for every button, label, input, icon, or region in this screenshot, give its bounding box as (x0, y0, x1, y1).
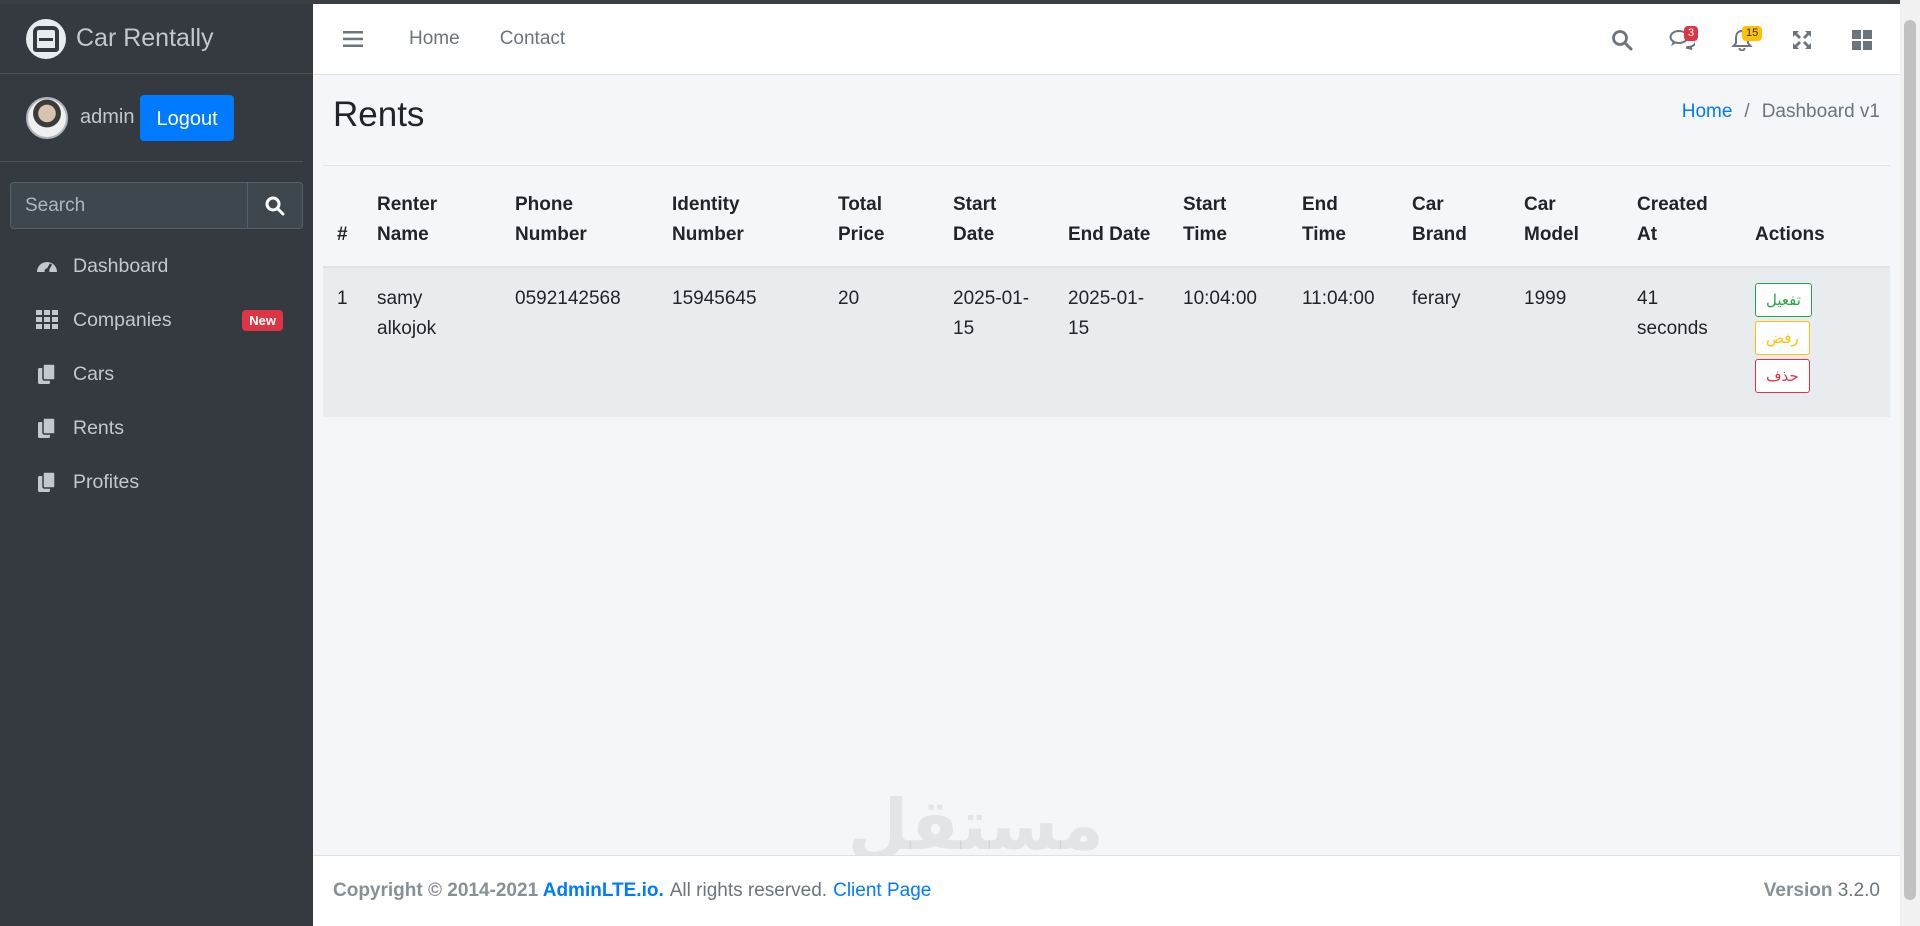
sidebar-item-label: Companies (73, 308, 172, 331)
column-header: End Time (1288, 176, 1398, 268)
cell-total-price: 20 (824, 267, 939, 417)
version-info: Version 3.2.0 (1763, 880, 1880, 901)
breadcrumb-current: Dashboard v1 (1761, 101, 1880, 122)
cell-created-at: 41 seconds (1623, 267, 1741, 417)
th-large-icon (1852, 29, 1872, 50)
control-sidebar-button[interactable] (1832, 4, 1892, 75)
notifications-button[interactable]: 15 (1712, 4, 1772, 75)
cell-end-date: 2025-01- 15 (1054, 267, 1169, 417)
sidebar-item-label: Cars (73, 362, 115, 385)
column-header: Car Brand (1398, 176, 1510, 268)
sidebar-item-companies[interactable]: Companies New (10, 293, 303, 347)
search-button[interactable] (247, 182, 303, 229)
sidebar-search (10, 182, 303, 229)
brand-name: Car Rentally (76, 24, 214, 52)
column-header: # (323, 176, 363, 268)
scrollbar-thumb[interactable] (1904, 20, 1916, 900)
column-header: Created At (1623, 176, 1741, 268)
copy-icon (35, 416, 59, 440)
logout-button[interactable]: Logout (140, 94, 234, 141)
divider (323, 165, 1890, 166)
copy-icon (35, 362, 59, 386)
footer: Copyright © 2014-2021 AdminLTE.io. All r… (313, 855, 1900, 926)
sidebar-item-dashboard[interactable]: Dashboard (10, 239, 303, 293)
cell-car-model: 1999 (1510, 267, 1623, 417)
sidebar-item-cars[interactable]: Cars (10, 347, 303, 401)
copy-icon (35, 470, 59, 494)
copyright-text: Copyright © 2014-2021 AdminLTE.io. (333, 880, 664, 901)
column-header: Start Time (1169, 176, 1288, 268)
column-header: Actions (1741, 176, 1890, 268)
sidebar-item-label: Rents (73, 416, 124, 439)
avatar[interactable] (26, 96, 68, 139)
breadcrumb: Home / Dashboard v1 (1682, 101, 1880, 123)
column-header: Renter Name (363, 176, 501, 268)
column-header: Identity Number (658, 176, 824, 268)
page-title: Rents (333, 95, 425, 134)
navbar-right: 3 15 (1592, 4, 1900, 75)
column-header: Total Price (824, 176, 939, 268)
brand-logo-icon (26, 18, 66, 59)
sidebar-item-rents[interactable]: Rents (10, 401, 303, 455)
tachometer-icon (35, 254, 59, 278)
user-panel: admin Logout (0, 74, 303, 162)
activate-button[interactable]: تفعيل (1755, 283, 1812, 317)
column-header: End Date (1054, 176, 1169, 268)
messages-button[interactable]: 3 (1652, 4, 1712, 75)
sidebar-item-label: Dashboard (73, 254, 169, 277)
cell-start-time: 10:04:00 (1169, 267, 1288, 417)
fullscreen-button[interactable] (1772, 4, 1832, 75)
rights-text: All rights reserved. (669, 880, 828, 901)
cell-car-brand: ferary (1398, 267, 1510, 417)
sidebar-item-label: Profites (73, 470, 140, 493)
cell-number: 1 (323, 267, 363, 417)
sidebar-item-profites[interactable]: Profites (10, 455, 303, 509)
table-header-row: # Renter Name Phone Number Identity Number … (323, 176, 1890, 268)
rents-table: # Renter Name Phone Number Identity Number … (323, 176, 1890, 417)
sidebar: Car Rentally admin Logout Dashboard Comp… (0, 4, 313, 926)
search-input[interactable] (10, 182, 247, 229)
client-page-link[interactable]: Client Page (833, 880, 931, 902)
grid-icon (35, 308, 59, 332)
column-header: Phone Number (501, 176, 658, 268)
cell-renter-name: samy alkojok (363, 267, 501, 417)
navbar-search-button[interactable] (1592, 4, 1652, 75)
top-navbar: Home Contact 3 15 (313, 4, 1900, 75)
nav-link-contact[interactable]: Contact (500, 28, 565, 50)
breadcrumb-separator: / (1744, 101, 1750, 122)
expand-arrows-icon (1793, 30, 1811, 49)
scrollbar[interactable] (1900, 0, 1920, 926)
column-header: Start Date (939, 176, 1054, 268)
cell-phone: 0592142568 (501, 267, 658, 417)
breadcrumb-home-link[interactable]: Home (1682, 101, 1733, 123)
delete-button[interactable]: حذف (1755, 359, 1810, 393)
menu-toggle-icon[interactable] (341, 27, 365, 51)
cell-start-date: 2025-01- 15 (939, 267, 1054, 417)
notifications-badge: 15 (1742, 26, 1763, 41)
sidebar-nav: Dashboard Companies New Cars Rents Profi… (0, 239, 313, 509)
adminlte-link[interactable]: AdminLTE.io. (543, 880, 664, 901)
nav-link-home[interactable]: Home (409, 28, 460, 50)
messages-badge: 3 (1684, 26, 1699, 41)
table-row: 1 samy alkojok 0592142568 15945645 20 202… (323, 267, 1890, 417)
search-icon (265, 196, 285, 215)
search-icon (1612, 29, 1633, 50)
reject-button[interactable]: رفض (1755, 321, 1810, 355)
brand-link[interactable]: Car Rentally (0, 4, 313, 74)
cell-end-time: 11:04:00 (1288, 267, 1398, 417)
column-header: Car Model (1510, 176, 1623, 268)
new-badge: New (242, 309, 283, 331)
user-name[interactable]: admin (80, 106, 134, 129)
cell-actions: تفعيل رفض حذف (1741, 267, 1890, 417)
cell-identity: 15945645 (658, 267, 824, 417)
